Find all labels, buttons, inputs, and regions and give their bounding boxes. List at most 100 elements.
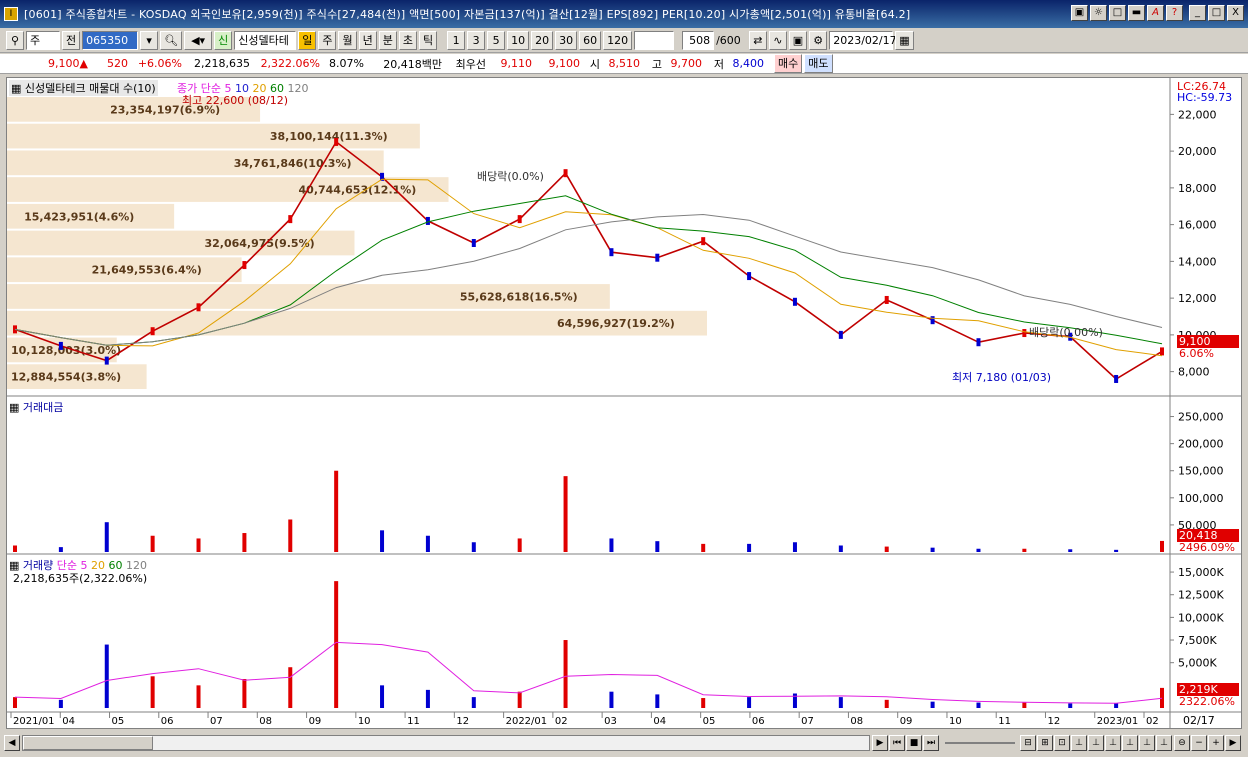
sell-button[interactable]: 매도 (804, 54, 833, 73)
amount-axis-label: 150,000 (1178, 465, 1224, 478)
tool-icon-2[interactable]: ⊞ (1037, 735, 1053, 751)
tool-icon-7[interactable]: ⊥ (1122, 735, 1138, 751)
scroll-thumb[interactable] (23, 736, 153, 750)
window-icon[interactable]: □ (1109, 5, 1126, 21)
price-candle (517, 215, 522, 224)
maximize-button[interactable]: □ (1208, 5, 1225, 21)
amount-bar (104, 522, 109, 552)
count-input[interactable]: 508 (682, 31, 715, 50)
calendar-icon[interactable]: ▦ (895, 31, 914, 50)
date-input[interactable]: 2023/02/17 (829, 31, 897, 50)
speaker-icon[interactable]: ◀▾ (184, 31, 213, 50)
amount-bar (471, 542, 476, 552)
pin-icon[interactable]: ▬ (1128, 5, 1145, 21)
volume-bar (150, 676, 155, 708)
price-candle (655, 253, 660, 262)
plus-icon[interactable]: + (1208, 735, 1224, 751)
tool-icon-4[interactable]: ⊥ (1071, 735, 1087, 751)
x-axis-label: 02 (555, 716, 568, 727)
interval-60[interactable]: 60 (579, 31, 602, 50)
tab-tick[interactable]: 틱 (418, 31, 438, 50)
close-button[interactable]: X (1227, 5, 1244, 21)
tab-month[interactable]: 월 (338, 31, 357, 50)
volume-ma-line (14, 641, 1163, 704)
amount-bar (334, 470, 339, 552)
x-axis-label: 03 (604, 716, 617, 727)
minimize-button[interactable]: _ (1189, 5, 1206, 21)
stop-icon[interactable]: ■ (906, 735, 922, 751)
tool-icon-6[interactable]: ⊥ (1105, 735, 1121, 751)
volume-bar (838, 697, 843, 708)
price-axis-label: 22,000 (1178, 108, 1217, 121)
amount-bar (1114, 549, 1119, 552)
toolbar: ⚲ 주 전 065350 ▾ 🔍︎ ◀▾ 신 신성델타테 일 주 월 년 분 초… (0, 29, 1248, 53)
tab-second[interactable]: 초 (398, 31, 417, 50)
gear-icon[interactable]: ⚙ (809, 31, 828, 50)
tab-year[interactable]: 년 (358, 31, 377, 50)
volume-bar (104, 644, 109, 708)
zoom-slider[interactable] (945, 742, 1015, 744)
high-note: 최고 22,600 (08/12) (182, 94, 289, 107)
rewind-icon[interactable]: ⏮ (889, 735, 905, 751)
code-input[interactable]: 065350 (82, 31, 139, 50)
arrows-icon[interactable]: ⇄ (748, 31, 767, 50)
volume-bar (380, 685, 385, 708)
interval-1[interactable]: 1 (447, 31, 466, 50)
interval-20[interactable]: 20 (531, 31, 554, 50)
search-icon[interactable]: ⚲ (6, 31, 24, 50)
period-type-select[interactable]: 주 (26, 31, 60, 50)
dropdown-icon[interactable]: ▾ (140, 31, 159, 50)
scroll-right-button[interactable]: ▶ (1225, 735, 1241, 751)
panel-menu-icon[interactable]: ▦ (11, 82, 25, 95)
volume-profile-label: 15,423,951(4.6%) (24, 210, 134, 223)
price-axis-label: 8,000 (1178, 366, 1210, 379)
save-icon[interactable]: ▣ (788, 31, 808, 50)
ma-120: 120 (287, 82, 309, 95)
tool-icon-9[interactable]: ⊥ (1156, 735, 1172, 751)
panel-menu-icon-2[interactable]: ▦ (9, 401, 23, 414)
tool-icon-1[interactable]: ⊟ (1020, 735, 1036, 751)
interval-10[interactable]: 10 (507, 31, 530, 50)
amount-bar (196, 538, 201, 552)
minus-icon[interactable]: − (1191, 735, 1207, 751)
scrollbar[interactable] (22, 735, 870, 751)
pref-bid: 9,100 (548, 57, 581, 70)
price-candle (334, 137, 339, 146)
interval-30[interactable]: 30 (555, 31, 578, 50)
chart-icon[interactable]: ∿ (768, 31, 787, 50)
volume-bar (196, 685, 201, 708)
help-icon[interactable]: ? (1166, 5, 1183, 21)
chart-area[interactable]: 23,354,197(6.9%) 38,100,144(11.3%) 34,761,… (6, 77, 1242, 729)
chart-svg[interactable]: 23,354,197(6.9%)38,100,144(11.3%)34,761,… (7, 78, 1241, 728)
amount-bar (58, 547, 63, 552)
buy-button[interactable]: 매수 (774, 54, 803, 73)
volume-axis-label: 7,500K (1178, 634, 1217, 647)
forward-icon[interactable]: ⏭ (923, 735, 939, 751)
scroll-left-button[interactable]: ◀ (4, 735, 20, 751)
link-icon[interactable]: ▣ (1071, 5, 1088, 21)
tool-icon-8[interactable]: ⊥ (1139, 735, 1155, 751)
play-icon[interactable]: ▶ (872, 735, 888, 751)
title-bar: I [0601] 주식종합차트 - KOSDAQ 외국인보유[2,959(천)]… (0, 0, 1248, 28)
low-price: 8,400 (732, 57, 765, 70)
magnifier-icon[interactable]: 🔍︎ (160, 31, 183, 50)
prev-button[interactable]: 전 (62, 31, 81, 50)
amount-bar (517, 538, 522, 552)
amount-bar (13, 545, 17, 552)
x-axis-label: 08 (259, 716, 272, 727)
price-axis-label: 14,000 (1178, 255, 1217, 268)
count-total: /600 (716, 34, 741, 47)
setting-icon[interactable]: ☼ (1090, 5, 1107, 21)
tool-icon-5[interactable]: ⊥ (1088, 735, 1104, 751)
interval-custom[interactable] (634, 31, 675, 50)
tab-week[interactable]: 주 (318, 31, 337, 50)
interval-5[interactable]: 5 (487, 31, 506, 50)
interval-120[interactable]: 120 (603, 31, 633, 50)
price-candle (196, 303, 201, 312)
tab-day[interactable]: 일 (298, 31, 317, 50)
tool-icon-3[interactable]: ⊡ (1054, 735, 1070, 751)
font-icon[interactable]: A (1147, 5, 1164, 21)
tab-minute[interactable]: 분 (378, 31, 397, 50)
interval-3[interactable]: 3 (467, 31, 486, 50)
zoom-out-icon[interactable]: ⊖ (1174, 735, 1190, 751)
